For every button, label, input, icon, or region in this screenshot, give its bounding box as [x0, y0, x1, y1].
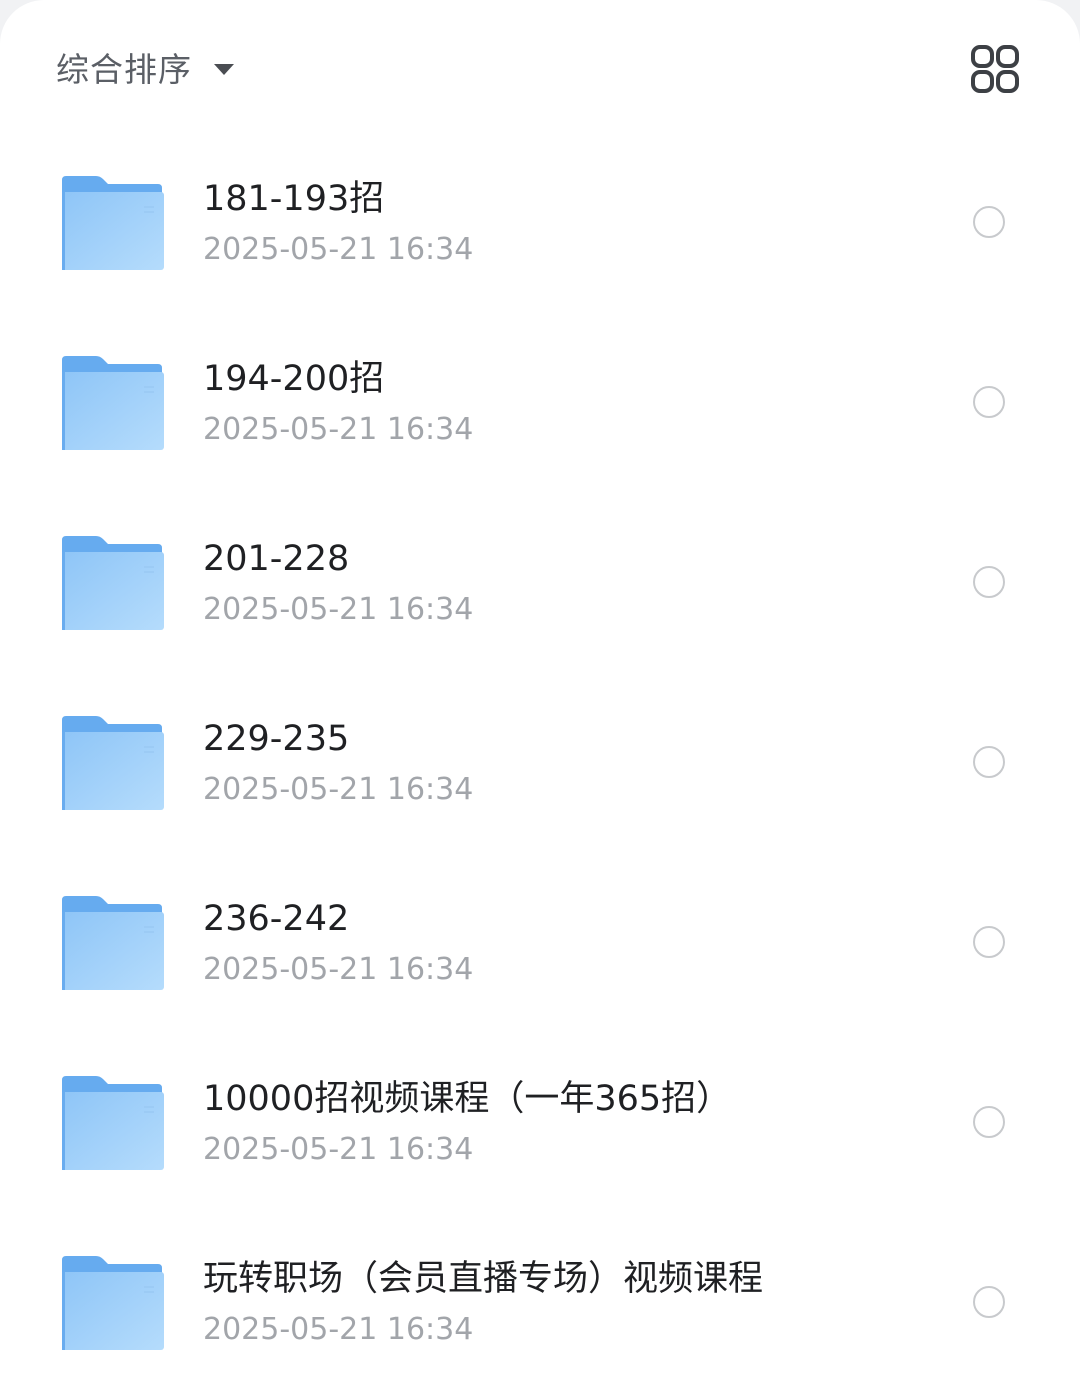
file-name: 10000招视频课程（一年365招） — [203, 1079, 732, 1119]
file-date: 2025-05-21 16:34 — [203, 772, 474, 807]
file-date: 2025-05-21 16:34 — [203, 1312, 474, 1347]
file-name: 201-228 — [203, 539, 350, 579]
folder-icon — [62, 716, 164, 810]
folder-icon — [62, 896, 164, 990]
folder-icon — [62, 356, 164, 450]
file-name: 181-193招 — [203, 179, 385, 219]
file-date: 2025-05-21 16:34 — [203, 592, 474, 627]
file-date: 2025-05-21 16:34 — [203, 412, 474, 447]
file-date: 2025-05-21 16:34 — [203, 952, 474, 987]
file-row[interactable]: 10000招视频课程（一年365招） 2025-05-21 16:34 — [0, 1032, 1080, 1212]
folder-icon — [62, 1076, 164, 1170]
select-radio[interactable] — [973, 206, 1005, 238]
file-browser-sheet: 综合排序 181-193招 2025-05-21 16:34 194-200招 … — [0, 0, 1080, 1380]
file-row[interactable]: 236-242 2025-05-21 16:34 — [0, 852, 1080, 1032]
file-row[interactable]: 229-235 2025-05-21 16:34 — [0, 672, 1080, 852]
select-radio[interactable] — [973, 1106, 1005, 1138]
file-name: 玩转职场（会员直播专场）视频课程 — [203, 1259, 764, 1299]
select-radio[interactable] — [973, 746, 1005, 778]
file-list: 181-193招 2025-05-21 16:34 194-200招 2025-… — [0, 132, 1080, 1380]
file-name: 236-242 — [203, 899, 350, 939]
select-radio[interactable] — [973, 386, 1005, 418]
sort-label: 综合排序 — [56, 50, 192, 89]
select-radio[interactable] — [973, 926, 1005, 958]
grid-view-icon[interactable] — [970, 44, 1020, 94]
sort-dropdown-button[interactable]: 综合排序 — [56, 40, 234, 94]
file-name: 194-200招 — [203, 359, 385, 399]
toolbar: 综合排序 — [0, 0, 1080, 130]
select-radio[interactable] — [973, 566, 1005, 598]
select-radio[interactable] — [973, 1286, 1005, 1318]
folder-icon — [62, 1256, 164, 1350]
file-date: 2025-05-21 16:34 — [203, 232, 474, 267]
file-row[interactable]: 181-193招 2025-05-21 16:34 — [0, 132, 1080, 312]
folder-icon — [62, 176, 164, 270]
file-row[interactable]: 玩转职场（会员直播专场）视频课程 2025-05-21 16:34 — [0, 1212, 1080, 1380]
file-name: 229-235 — [203, 719, 350, 759]
file-row[interactable]: 194-200招 2025-05-21 16:34 — [0, 312, 1080, 492]
file-date: 2025-05-21 16:34 — [203, 1132, 474, 1167]
folder-icon — [62, 536, 164, 630]
caret-down-icon — [214, 63, 234, 75]
file-row[interactable]: 201-228 2025-05-21 16:34 — [0, 492, 1080, 672]
